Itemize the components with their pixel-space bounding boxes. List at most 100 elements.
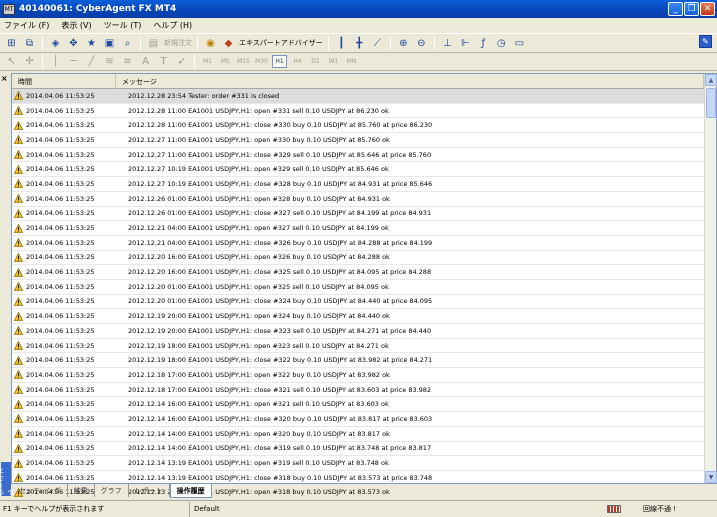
indicators-icon[interactable]: ƒ [476,36,491,50]
tab-4[interactable]: 操作履歴 [169,484,212,498]
minimize-icon: _ [673,3,678,14]
warning-icon [14,399,23,409]
arrows-icon[interactable]: ➶ [174,55,189,69]
timeframe-w1[interactable]: W1 [326,55,341,68]
horizontal-line-icon[interactable]: ─ [66,55,81,69]
timeframe-m30[interactable]: M30 [254,55,269,68]
row-time: 2014.04.06 11:53:25 [26,150,95,159]
maximize-button[interactable]: ❐ [684,2,699,16]
tab-0[interactable]: セッティング [13,484,68,497]
table-row[interactable]: 2014.04.06 11:53:25 2012.12.28 11:00 EA10… [12,104,704,119]
zoom-out-icon[interactable]: ⊖ [414,36,429,50]
table-row[interactable]: 2014.04.06 11:53:25 2012.12.27 11:00 EA10… [12,148,704,163]
table-row[interactable]: 2014.04.06 11:53:25 2012.12.18 17:00 EA10… [12,368,704,383]
minimize-button[interactable]: _ [668,2,683,16]
timeframe-h4[interactable]: H4 [290,55,305,68]
row-message: 2012.12.21 04:00 EA1001 USDJPY,H1: close… [128,238,433,247]
navigator-icon[interactable]: ✥ [66,36,81,50]
profiles-icon[interactable]: ⧉ [22,36,37,50]
timeframe-m1[interactable]: M1 [200,55,215,68]
title-bar[interactable]: MT 40140061: CyberAgent FX MT4 _ ❐ ✕ [0,0,717,18]
table-row[interactable]: 2014.04.06 11:53:25 2012.12.27 10:19 EA10… [12,162,704,178]
expert-advisors-button[interactable]: エキスパートアドバイザー [239,38,323,48]
table-row[interactable]: 2014.04.06 11:53:25 2012.12.19 18:00 EA10… [12,353,704,369]
close-button[interactable]: ✕ [700,2,715,16]
favorites-icon[interactable]: ★ [84,36,99,50]
menu-file[interactable]: ファイル (F) [4,20,49,31]
warning-icon [14,414,23,424]
cursor-icon[interactable]: ↖ [4,55,19,69]
row-message: 2012.12.27 11:00 EA1001 USDJPY,H1: open … [128,135,390,144]
table-row[interactable]: 2014.04.06 11:53:25 2012.12.27 10:19 EA10… [12,177,704,192]
crosshair-icon[interactable]: ✛ [22,55,37,69]
expert-advisor-icon[interactable]: ◆ [221,36,236,50]
fibonacci-icon[interactable]: ≡ [120,55,135,69]
tab-2[interactable]: グラフ [95,484,129,497]
row-time: 2014.04.06 11:53:25 [26,414,95,423]
vertical-scrollbar[interactable]: ▲ ▼ [704,74,717,483]
menu-view[interactable]: 表示 (V) [61,20,91,31]
table-row[interactable]: 2014.04.06 11:53:25 2012.12.28 23:54 Test… [12,89,704,104]
table-row[interactable]: 2014.04.06 11:53:25 2012.12.20 01:00 EA10… [12,295,704,310]
table-row[interactable]: 2014.04.06 11:53:25 2012.12.20 01:00 EA10… [12,280,704,295]
zoom-in-icon[interactable]: ⊕ [396,36,411,50]
market-watch-icon[interactable]: ◈ [48,36,63,50]
scroll-down-button[interactable]: ▼ [705,471,717,483]
tab-3[interactable]: レポート [129,484,170,497]
table-row[interactable]: 2014.04.06 11:53:25 2012.12.21 04:00 EA10… [12,236,704,251]
strategy-tester-icon[interactable]: ⌕ [120,36,135,50]
table-row[interactable]: 2014.04.06 11:53:25 2012.12.27 11:00 EA10… [12,133,704,148]
table-row[interactable]: 2014.04.06 11:53:25 2012.12.21 04:00 EA10… [12,221,704,236]
column-header-time[interactable]: 時間 [12,74,116,89]
timeframe-m15[interactable]: M15 [236,55,251,68]
table-row[interactable]: 2014.04.06 11:53:25 2012.12.19 20:00 EA10… [12,324,704,339]
vertical-line-icon[interactable]: │ [48,55,63,69]
new-chart-icon[interactable]: ⊞ [4,36,19,50]
tab-1[interactable]: 結果 [68,484,95,497]
scroll-thumb[interactable] [706,88,716,118]
text-icon[interactable]: A [138,55,153,69]
table-row[interactable]: 2014.04.06 11:53:25 2012.12.19 20:00 EA10… [12,309,704,324]
row-time: 2014.04.06 11:53:25 [26,312,95,321]
warning-icon [14,429,23,439]
timeframe-h1[interactable]: H1 [272,55,287,68]
new-order-icon[interactable]: ▤ [146,36,161,50]
menu-tools[interactable]: ツール (T) [104,20,142,31]
row-message: 2012.12.19 20:00 EA1001 USDJPY,H1: close… [128,326,432,335]
timeframe-d1[interactable]: D1 [308,55,323,68]
menu-help[interactable]: ヘルプ (H) [153,20,192,31]
trendline-icon[interactable]: ╱ [84,55,99,69]
channel-icon[interactable]: ≋ [102,55,117,69]
chart-shift-icon[interactable]: ⊩ [458,36,473,50]
candlestick-icon[interactable]: ╋ [352,36,367,50]
table-row[interactable]: 2014.04.06 11:53:25 2012.12.20 16:00 EA10… [12,251,704,266]
table-row[interactable]: 2014.04.06 11:53:25 2012.12.14 16:00 EA10… [12,412,704,427]
terminal-icon[interactable]: ▣ [102,36,117,50]
table-row[interactable]: 2014.04.06 11:53:25 2012.12.26 01:00 EA10… [12,207,704,222]
panel-close-icon[interactable]: × [1,74,8,83]
table-row[interactable]: 2014.04.06 11:53:25 2012.12.28 11:00 EA10… [12,118,704,134]
app-icon: MT [3,3,15,15]
table-row[interactable]: 2014.04.06 11:53:25 2012.12.18 17:00 EA10… [12,383,704,398]
warning-icon [14,473,23,483]
timeframe-m5[interactable]: M5 [218,55,233,68]
scroll-up-button[interactable]: ▲ [705,74,717,86]
table-row[interactable]: 2014.04.06 11:53:25 2012.12.26 01:00 EA10… [12,192,704,207]
auto-scroll-icon[interactable]: ⊥ [440,36,455,50]
label-icon[interactable]: T [156,55,171,69]
column-header-message[interactable]: メッセージ [116,74,704,89]
table-row[interactable]: 2014.04.06 11:53:25 2012.12.14 13:19 EA10… [12,456,704,471]
line-chart-icon[interactable]: ⟋ [370,36,385,50]
table-row[interactable]: 2014.04.06 11:53:25 2012.12.14 14:00 EA10… [12,442,704,457]
new-order-button[interactable]: 新規注文 [164,38,192,48]
table-row[interactable]: 2014.04.06 11:53:25 2012.12.20 16:00 EA10… [12,265,704,280]
table-row[interactable]: 2014.04.06 11:53:25 2012.12.19 18:00 EA10… [12,339,704,354]
periods-icon[interactable]: ◷ [494,36,509,50]
table-row[interactable]: 2014.04.06 11:53:25 2012.12.14 16:00 EA10… [12,397,704,413]
metaeditor-icon[interactable]: ◉ [203,36,218,50]
timeframe-mn[interactable]: MN [344,55,359,68]
table-row[interactable]: 2014.04.06 11:53:25 2012.12.14 14:00 EA10… [12,427,704,442]
bar-chart-icon[interactable]: ┃ [334,36,349,50]
templates-icon[interactable]: ▭ [512,36,527,50]
options-button[interactable]: ✎ [699,35,712,48]
